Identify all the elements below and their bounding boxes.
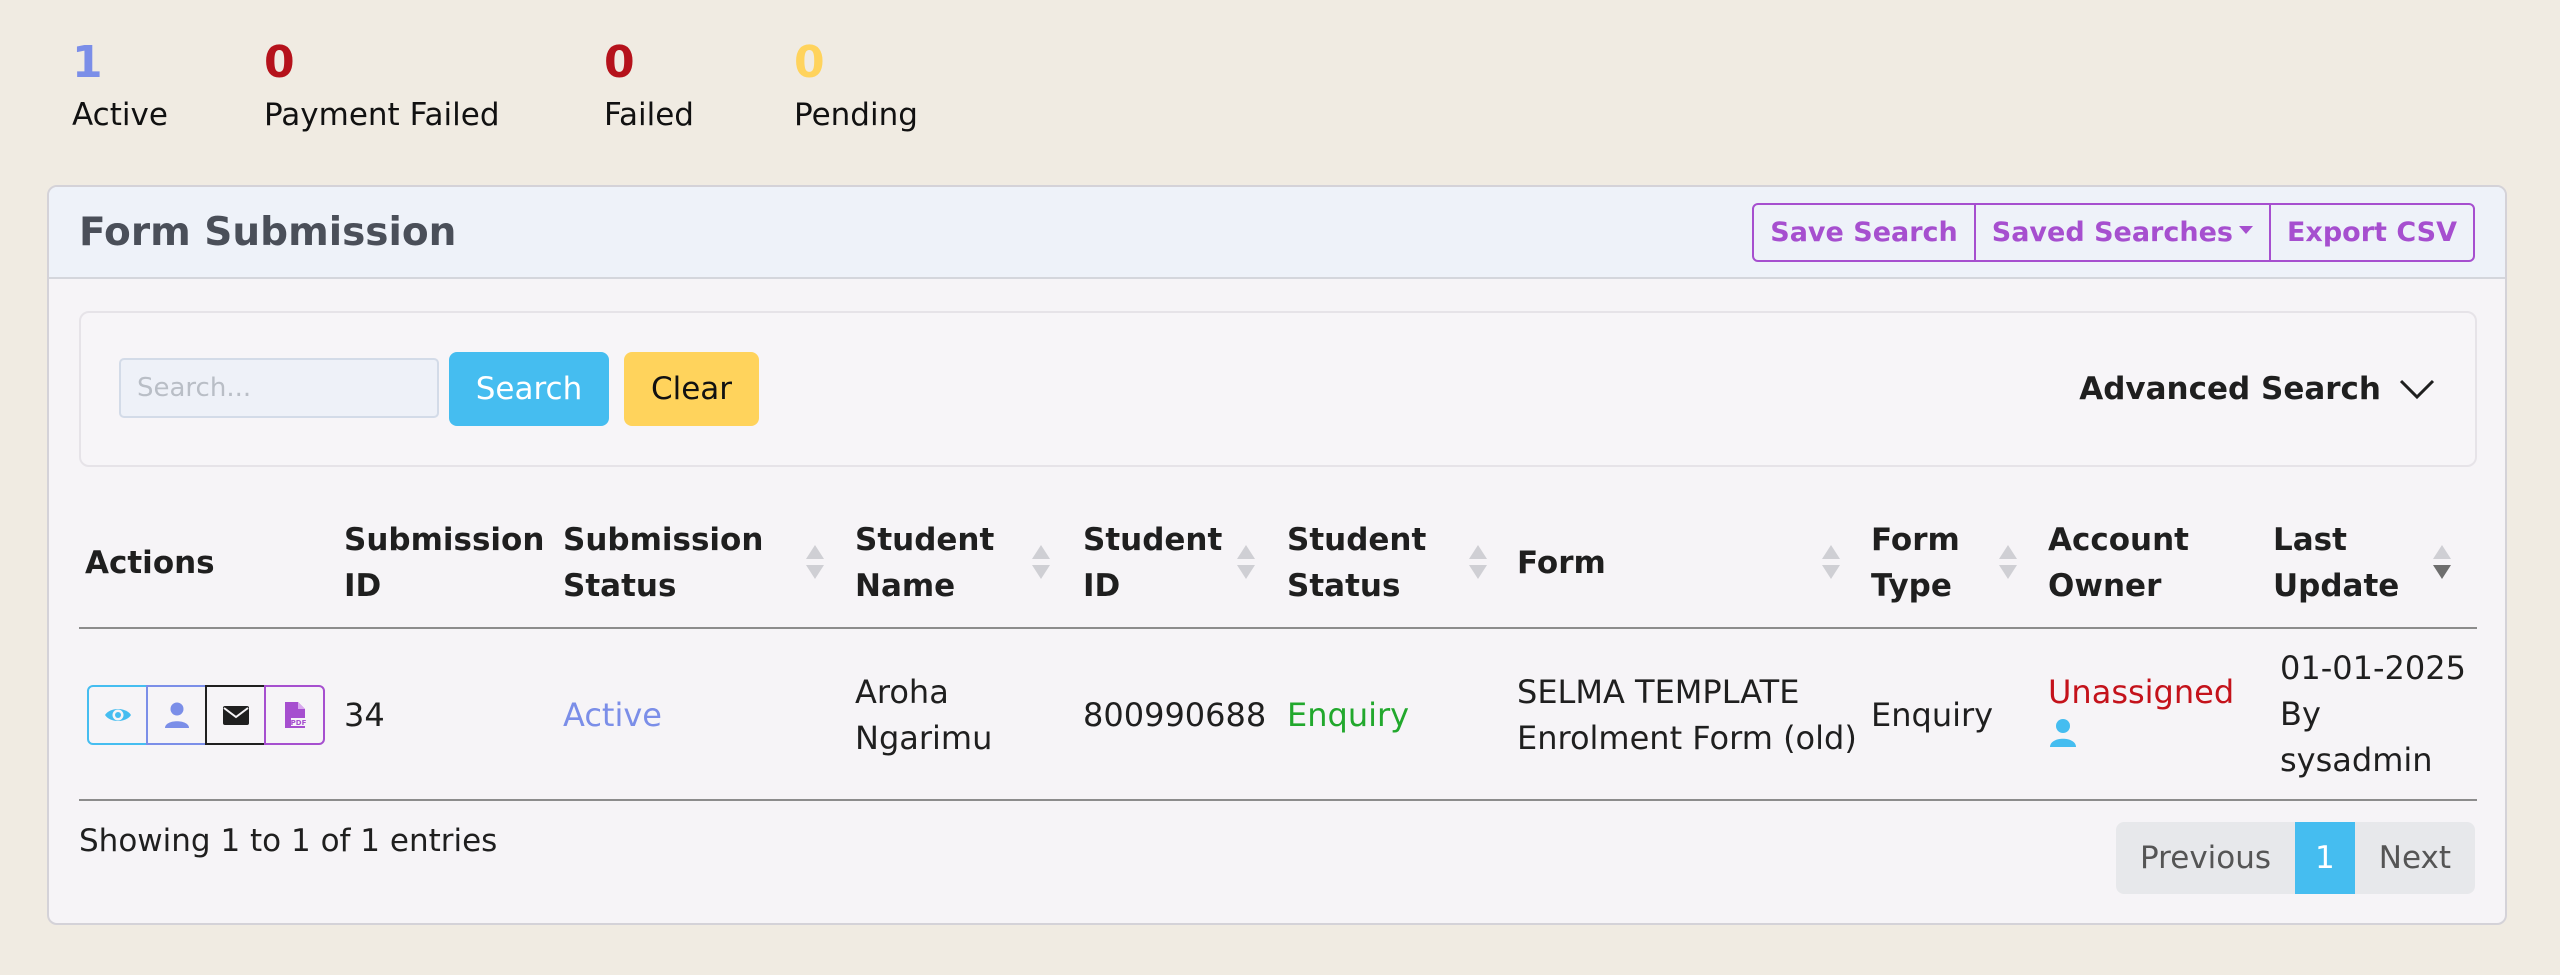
email-button[interactable] — [205, 685, 266, 745]
row-actions: PDF — [87, 685, 325, 745]
envelope-icon — [222, 706, 249, 725]
caret-down-icon — [2238, 225, 2253, 234]
cell-submission-id: 34 — [344, 696, 385, 734]
pdf-button[interactable]: PDF — [264, 685, 325, 745]
saved-searches-dropdown[interactable]: Saved Searches — [1976, 205, 2271, 260]
chevron-down-icon — [2399, 379, 2435, 400]
form-line: Enrolment Form (old) — [1517, 719, 1857, 757]
last-update-date: 01-01-2025 — [2280, 649, 2466, 687]
header-line: Student — [1083, 522, 1223, 558]
table-header: Actions Submission ID Submission Status … — [79, 507, 2477, 629]
header-button-group: Save Search Saved Searches Export CSV — [1752, 203, 2475, 262]
page-1-button[interactable]: 1 — [2295, 822, 2355, 894]
search-input[interactable] — [119, 358, 439, 418]
column-header-submission-id[interactable]: Submission ID — [344, 517, 544, 609]
user-icon — [164, 702, 189, 728]
cell-form-type: Enquiry — [1871, 696, 1994, 734]
cell-student-id: 800990688 — [1083, 696, 1267, 734]
column-header-actions: Actions — [85, 545, 215, 581]
account-owner-status: Unassigned — [2048, 673, 2235, 711]
search-panel: Search Clear Advanced Search — [79, 311, 2477, 467]
form-submission-card: Form Submission Save Search Saved Search… — [47, 185, 2507, 925]
header-line: Type — [1871, 568, 1952, 604]
stat-payment-failed[interactable]: 0 Payment Failed — [264, 34, 624, 136]
cell-student-name[interactable]: Aroha Ngarimu — [855, 669, 992, 761]
advanced-search-toggle[interactable]: Advanced Search — [2079, 363, 2435, 415]
sort-icon[interactable] — [1237, 545, 1255, 583]
pdf-icon: PDF — [284, 702, 306, 728]
save-search-button[interactable]: Save Search — [1754, 205, 1976, 260]
export-csv-button[interactable]: Export CSV — [2271, 205, 2473, 260]
stat-label: Payment Failed — [264, 97, 500, 133]
next-page-button[interactable]: Next — [2354, 822, 2475, 894]
student-first-name: Aroha — [855, 673, 949, 711]
submissions-table: Actions Submission ID Submission Status … — [79, 507, 2477, 801]
column-header-student-id[interactable]: Student ID — [1083, 517, 1222, 609]
stat-count: 0 — [794, 37, 825, 88]
svg-text:PDF: PDF — [290, 719, 306, 727]
last-update-user: sysadmin — [2280, 741, 2433, 779]
card-header: Form Submission Save Search Saved Search… — [49, 187, 2505, 279]
cell-student-status: Enquiry — [1287, 696, 1410, 734]
advanced-search-label: Advanced Search — [2079, 371, 2381, 407]
sort-icon[interactable] — [1999, 545, 2017, 583]
column-header-form[interactable]: Form — [1517, 540, 1606, 586]
column-header-account-owner[interactable]: Account Owner — [2048, 517, 2189, 609]
cell-submission-status: Active — [563, 696, 662, 734]
header-line: Name — [855, 568, 956, 604]
header-line: ID — [1083, 568, 1121, 604]
header-line: Submission — [563, 522, 764, 558]
view-button[interactable] — [87, 685, 148, 745]
view-student-button[interactable] — [146, 685, 207, 745]
stat-label: Pending — [794, 97, 918, 133]
search-button[interactable]: Search — [449, 352, 609, 426]
table-row: PDF 34 Active Aroha Ngarimu 800990688 En… — [79, 629, 2477, 801]
last-update-by: By — [2280, 695, 2321, 733]
sort-icon[interactable] — [1822, 545, 1840, 583]
header-line: Student — [855, 522, 995, 558]
header-line: Form — [1871, 522, 1960, 558]
column-header-submission-status[interactable]: Submission Status — [563, 517, 763, 609]
table-info: Showing 1 to 1 of 1 entries — [79, 823, 498, 859]
header-line: Status — [563, 568, 677, 604]
save-search-label: Save Search — [1770, 217, 1958, 248]
stat-count: 0 — [264, 37, 295, 88]
header-line: Account — [2048, 522, 2189, 558]
cell-account-owner[interactable]: Unassigned — [2048, 669, 2234, 749]
sort-desc-icon[interactable] — [2433, 545, 2451, 583]
form-line: SELMA TEMPLATE — [1517, 673, 1800, 711]
sort-icon[interactable] — [806, 545, 824, 583]
stat-pending[interactable]: 0 Pending — [794, 34, 1154, 136]
export-csv-label: Export CSV — [2286, 217, 2457, 248]
header-line: Student — [1287, 522, 1427, 558]
clear-button[interactable]: Clear — [624, 352, 759, 426]
sort-icon[interactable] — [1032, 545, 1050, 583]
student-last-name: Ngarimu — [855, 719, 993, 757]
page-title: Form Submission — [79, 210, 457, 255]
cell-last-update: 01-01-2025 By sysadmin — [2280, 645, 2466, 783]
user-icon[interactable] — [2048, 717, 2078, 749]
header-line: Update — [2273, 568, 2400, 604]
sort-icon[interactable] — [1469, 545, 1487, 583]
column-header-form-type[interactable]: Form Type — [1871, 517, 1960, 609]
cell-form: SELMA TEMPLATE Enrolment Form (old) — [1517, 669, 1857, 761]
previous-page-button[interactable]: Previous — [2116, 822, 2296, 894]
header-line: Status — [1287, 568, 1401, 604]
header-line: Last — [2273, 522, 2347, 558]
eye-icon — [104, 709, 131, 721]
column-header-student-name[interactable]: Student Name — [855, 517, 994, 609]
header-line: Submission — [344, 522, 545, 558]
column-header-last-update[interactable]: Last Update — [2273, 517, 2399, 609]
header-line: Owner — [2048, 568, 2162, 604]
pagination: Previous 1 Next — [2116, 822, 2475, 894]
column-header-student-status[interactable]: Student Status — [1287, 517, 1426, 609]
header-line: ID — [344, 568, 382, 604]
saved-searches-label: Saved Searches — [1991, 217, 2233, 248]
